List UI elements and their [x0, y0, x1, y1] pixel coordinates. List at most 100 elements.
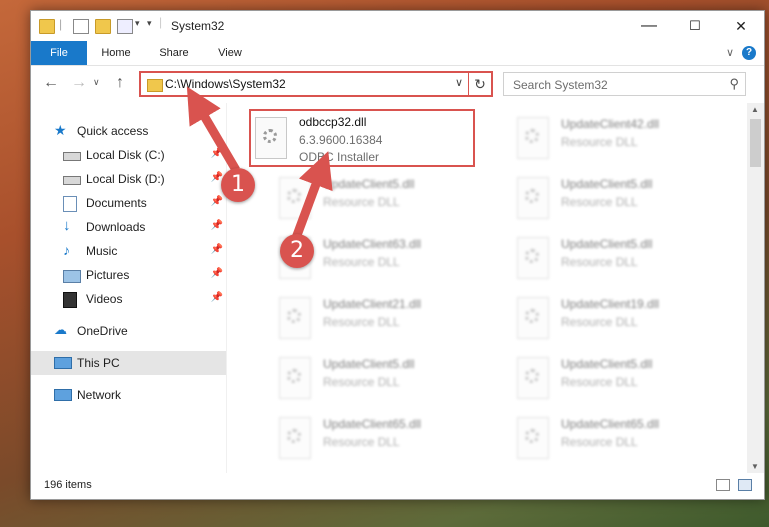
sidebar-item-music[interactable]: ♪ Music 📌	[31, 239, 226, 263]
sidebar-item-quick-access[interactable]: ★ Quick access	[31, 119, 226, 143]
file-item[interactable]: UpdateClient5.dll Resource DLL	[489, 171, 715, 227]
folder-icon[interactable]	[39, 19, 55, 34]
sidebar-item-this-pc[interactable]: This PC	[31, 351, 226, 375]
pin-icon[interactable]: 📌	[211, 292, 223, 303]
scrollbar-thumb[interactable]	[750, 119, 761, 167]
file-item-odbccp32[interactable]: odbccp32.dll 6.3.9600.16384 ODBC Install…	[249, 109, 475, 167]
up-arrow-icon[interactable]: ↑	[116, 74, 124, 92]
tab-file[interactable]: File	[31, 41, 87, 65]
network-icon	[54, 389, 72, 401]
file-name: UpdateClient19.dll	[561, 297, 660, 311]
file-name: UpdateClient5.dll	[561, 357, 653, 371]
sidebar-item-onedrive[interactable]: ☁ OneDrive	[31, 319, 226, 343]
dll-file-icon	[279, 297, 311, 339]
properties-icon[interactable]	[73, 19, 89, 34]
file-description: Resource DLL	[561, 435, 638, 449]
quick-access-toolbar-menu-icon[interactable]: ▾	[147, 18, 152, 29]
scroll-up-icon[interactable]: ▲	[751, 105, 759, 114]
title-bar: | ▾ ▾ | System32 — ☐ ✕	[31, 11, 764, 41]
close-button[interactable]: ✕	[718, 11, 764, 41]
file-version: 6.3.9600.16384	[299, 133, 383, 147]
pin-icon[interactable]: 📌	[211, 220, 223, 231]
ribbon-collapse-icon[interactable]: ∨	[726, 46, 734, 59]
drive-icon	[63, 152, 81, 161]
explorer-window: | ▾ ▾ | System32 — ☐ ✕ File Home Share V…	[30, 10, 765, 500]
dll-file-icon	[517, 417, 549, 459]
file-description: Resource DLL	[323, 315, 400, 329]
file-name: UpdateClient65.dll	[323, 417, 422, 431]
pin-icon[interactable]: 📌	[211, 148, 223, 159]
file-name: UpdateClient5.dll	[561, 237, 653, 251]
pin-icon[interactable]: 📌	[211, 268, 223, 279]
navigation-bar: ← → ∨ ↑ C:\Windows\System32 ∨ ↻ Search S…	[31, 66, 764, 102]
file-description: Resource DLL	[323, 375, 400, 389]
window-title: System32	[171, 19, 225, 33]
sidebar-item-label: Music	[86, 244, 118, 258]
sidebar-item-network[interactable]: Network	[31, 383, 226, 407]
search-icon[interactable]: ⚲	[729, 76, 739, 92]
dll-file-icon	[279, 417, 311, 459]
ribbon-tabs: File Home Share View ∨ ?	[31, 41, 764, 66]
star-icon: ★	[54, 122, 67, 138]
file-description: Resource DLL	[561, 195, 638, 209]
step-1-badge: 1	[221, 168, 255, 202]
sidebar-item-local-disk-c[interactable]: Local Disk (C:) 📌	[31, 143, 226, 167]
address-dropdown-icon[interactable]: ∨	[455, 76, 463, 89]
file-item[interactable]: UpdateClient42.dll Resource DLL	[489, 111, 715, 167]
file-item[interactable]: UpdateClient5.dll Resource DLL	[489, 351, 715, 407]
file-item[interactable]: UpdateClient65.dll Resource DLL	[489, 411, 715, 467]
large-icons-view-icon[interactable]	[738, 479, 752, 491]
sidebar-item-downloads[interactable]: ↓ Downloads 📌	[31, 215, 226, 239]
search-input[interactable]: Search System32 ⚲	[503, 72, 746, 96]
file-description: Resource DLL	[561, 135, 638, 149]
step-2-badge: 2	[280, 234, 314, 268]
vertical-scrollbar[interactable]: ▲ ▼	[747, 103, 764, 473]
pin-icon[interactable]: 📌	[211, 196, 223, 207]
file-description: Resource DLL	[323, 195, 400, 209]
pin-icon[interactable]: 📌	[211, 244, 223, 255]
address-path[interactable]: C:\Windows\System32	[165, 77, 286, 91]
dll-file-icon	[517, 357, 549, 399]
dll-file-icon	[279, 177, 311, 219]
tab-share[interactable]: Share	[151, 41, 197, 65]
maximize-button[interactable]: ☐	[672, 11, 718, 41]
videos-icon	[63, 292, 77, 308]
file-item[interactable]: UpdateClient21.dll Resource DLL	[251, 291, 477, 347]
sidebar-item-label: OneDrive	[77, 324, 128, 338]
file-name: UpdateClient65.dll	[561, 417, 660, 431]
dll-file-icon	[517, 237, 549, 279]
file-item[interactable]: UpdateClient65.dll Resource DLL	[251, 411, 477, 467]
help-icon[interactable]: ?	[742, 46, 756, 60]
file-description: Resource DLL	[323, 255, 400, 269]
recent-locations-icon[interactable]: ∨	[93, 77, 100, 88]
tab-view[interactable]: View	[207, 41, 253, 65]
details-view-icon[interactable]	[716, 479, 730, 491]
tab-home[interactable]: Home	[93, 41, 139, 65]
file-item[interactable]: UpdateClient5.dll Resource DLL	[251, 171, 477, 227]
sidebar-item-videos[interactable]: Videos 📌	[31, 287, 226, 311]
refresh-icon[interactable]: ↻	[468, 73, 491, 95]
file-item[interactable]: UpdateClient5.dll Resource DLL	[251, 351, 477, 407]
file-item[interactable]: UpdateClient5.dll Resource DLL	[489, 231, 715, 287]
scroll-down-icon[interactable]: ▼	[751, 462, 759, 471]
sidebar-item-documents[interactable]: Documents 📌	[31, 191, 226, 215]
separator: |	[159, 15, 163, 29]
minimize-button[interactable]: —	[626, 11, 672, 41]
chevron-down-icon[interactable]: ▾	[135, 18, 140, 29]
file-description: Resource DLL	[323, 435, 400, 449]
new-folder-icon[interactable]	[95, 19, 111, 34]
file-list: odbccp32.dll 6.3.9600.16384 ODBC Install…	[227, 103, 747, 473]
sidebar-item-label: Documents	[86, 196, 147, 210]
sidebar-item-pictures[interactable]: Pictures 📌	[31, 263, 226, 287]
sidebar-item-label: Videos	[86, 292, 123, 306]
sidebar-item-local-disk-d[interactable]: Local Disk (D:) 📌	[31, 167, 226, 191]
sidebar-item-label: Network	[77, 388, 122, 402]
separator: |	[59, 17, 63, 31]
file-name: UpdateClient5.dll	[323, 357, 415, 371]
sidebar-item-label: Local Disk (C:)	[86, 148, 165, 162]
forward-arrow-icon[interactable]: →	[71, 74, 87, 92]
file-item[interactable]: UpdateClient19.dll Resource DLL	[489, 291, 715, 347]
back-arrow-icon[interactable]: ←	[43, 74, 59, 92]
customize-icon[interactable]	[117, 19, 133, 34]
address-bar[interactable]: C:\Windows\System32 ∨ ↻	[139, 71, 493, 97]
